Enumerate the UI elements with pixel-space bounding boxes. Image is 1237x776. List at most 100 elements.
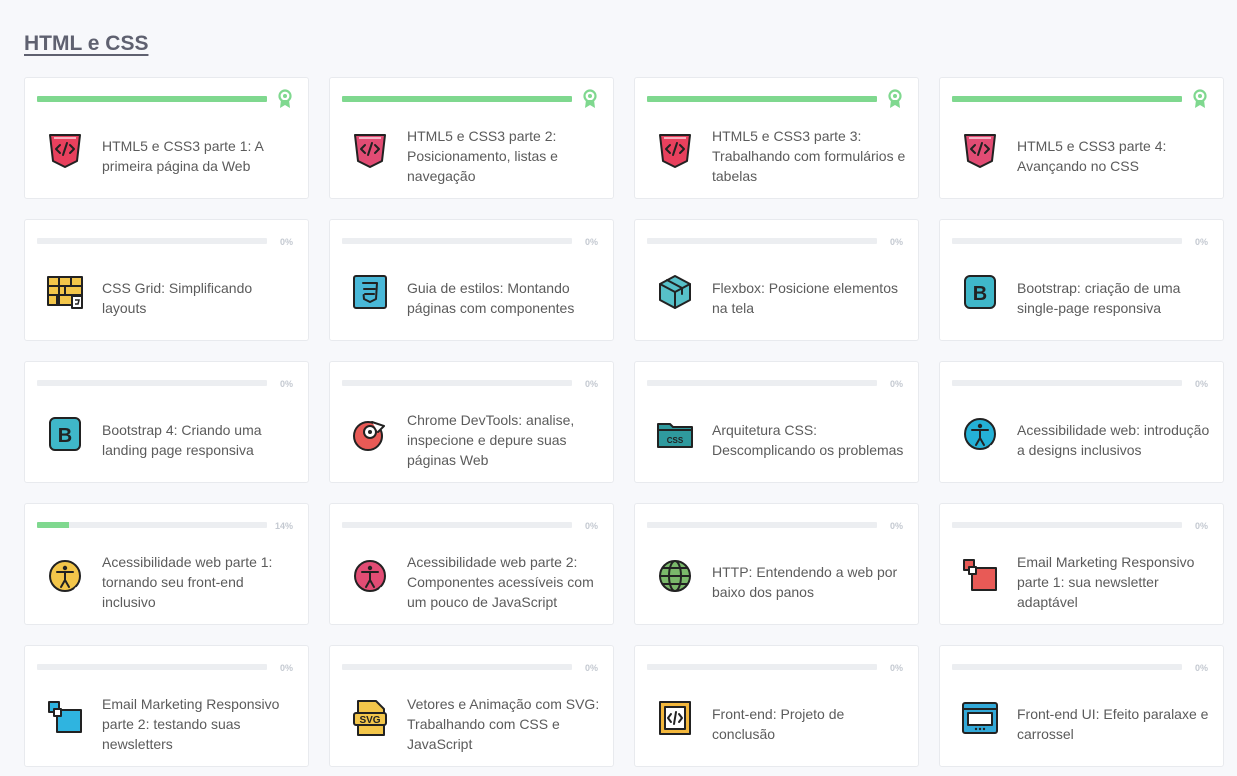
progress-percent: 0% [279,379,293,389]
progress-bar [647,380,877,386]
progress-bar [342,522,572,528]
course-card[interactable]: 14% Acessibilidade web parte 1: tornando … [24,503,309,625]
course-title: HTML5 e CSS3 parte 4: Avançando no CSS [1017,138,1167,174]
course-title: HTML5 e CSS3 parte 3: Trabalhando com fo… [712,128,906,184]
responsive-squares-icon [45,698,85,738]
progress-bar [647,96,877,102]
course-card[interactable]: 0% Front-end: Projeto de conclusão [634,645,919,767]
progress-percent: 0% [1194,663,1208,673]
progress-bar [952,96,1182,102]
progress-bar [647,522,877,528]
course-title: Email Marketing Responsivo parte 2: test… [102,696,280,752]
progress-bar [952,664,1182,670]
course-card[interactable]: 0% Chrome DevTools: analise, inspecione e… [329,361,614,483]
progress-bar [952,522,1182,528]
chrome-devtools-icon [350,414,390,454]
course-title: Bootstrap: criação de uma single-page re… [1017,280,1181,316]
svg-file-icon: SVG [350,698,390,738]
progress-bar [37,96,267,102]
bootstrap-icon: B [45,414,85,454]
responsive-squares-icon [960,556,1000,596]
course-card[interactable]: HTML5 e CSS3 parte 3: Trabalhando com fo… [634,77,919,199]
svg-text:B: B [973,283,987,305]
course-card[interactable]: 0% HTTP: Entendendo a web por baixo dos p… [634,503,919,625]
course-title: Arquitetura CSS: Descomplicando os probl… [712,422,904,458]
course-card[interactable]: 0% SVG Vetores e Animação com SVG: Trabalh… [329,645,614,767]
completion-badge-icon [583,89,597,109]
progress-percent: 0% [889,237,903,247]
progress-percent: 0% [584,663,598,673]
progress-percent: 0% [279,663,293,673]
course-card[interactable]: HTML5 e CSS3 parte 1: A primeira página … [24,77,309,199]
course-card[interactable]: 0% Email Marketing Responsivo parte 2: te… [24,645,309,767]
course-title: Front-end: Projeto de conclusão [712,706,845,742]
progress-percent: 0% [584,521,598,531]
course-card[interactable]: 0% Acessibilidade web: introdução a desig… [939,361,1224,483]
box-icon [655,272,695,312]
progress-bar [37,238,267,244]
course-title: Vetores e Animação com SVG: Trabalhando … [407,696,600,752]
progress-fill [647,96,877,102]
html-tag-icon [960,130,1000,170]
progress-percent: 14% [274,521,293,531]
course-card[interactable]: HTML5 e CSS3 parte 2: Posicionamento, li… [329,77,614,199]
progress-fill [37,96,267,102]
course-title: Chrome DevTools: analise, inspecione e d… [407,412,575,468]
bootstrap-icon: B [960,272,1000,312]
progress-bar [952,238,1182,244]
progress-bar [37,664,267,670]
course-title: Acessibilidade web: introdução a designs… [1017,422,1210,458]
course-title: Acessibilidade web parte 2: Componentes … [407,554,594,610]
course-card[interactable]: 0% Front-end UI: Efeito paralaxe e carros… [939,645,1224,767]
course-card[interactable]: 0% B Bootstrap: criação de uma single-page… [939,219,1224,341]
progress-bar [647,238,877,244]
course-card[interactable]: 0% Acessibilidade web parte 2: Componente… [329,503,614,625]
svg-text:B: B [58,425,72,447]
html-tag-icon [45,130,85,170]
progress-percent: 0% [584,237,598,247]
course-title: Bootstrap 4: Criando uma landing page re… [102,422,262,458]
course-title: HTTP: Entendendo a web por baixo dos pan… [712,564,898,600]
course-card[interactable]: 0% B Bootstrap 4: Criando uma landing page… [24,361,309,483]
globe-icon [655,556,695,596]
course-card[interactable]: 0% CSS Arquitetura CSS: Descomplicando os … [634,361,919,483]
progress-percent: 0% [1194,237,1208,247]
accessibility-icon [960,414,1000,454]
course-card[interactable]: 0% Guia de estilos: Montando páginas com … [329,219,614,341]
html-tag-icon [350,130,390,170]
course-title: HTML5 e CSS3 parte 2: Posicionamento, li… [407,128,558,184]
course-card[interactable]: 0% Email Marketing Responsivo parte 1: su… [939,503,1224,625]
course-card[interactable]: HTML5 e CSS3 parte 4: Avançando no CSS [939,77,1224,199]
course-title: HTML5 e CSS3 parte 1: A primeira página … [102,138,264,174]
css3-shield-icon [350,272,390,312]
accessibility-icon [350,556,390,596]
progress-bar [342,96,572,102]
progress-bar [37,380,267,386]
progress-fill [342,96,572,102]
completion-badge-icon [1193,89,1207,109]
completion-badge-icon [278,89,292,109]
course-title: CSS Grid: Simplificando layouts [102,280,253,316]
course-title: Acessibilidade web parte 1: tornando seu… [102,554,273,610]
progress-bar [952,380,1182,386]
course-card[interactable]: 0% CSS Grid: Simplificando layouts [24,219,309,341]
course-title: Guia de estilos: Montando páginas com co… [407,280,575,316]
accessibility-icon [45,556,85,596]
progress-bar [342,380,572,386]
completion-badge-icon [888,89,902,109]
progress-bar [342,238,572,244]
course-grid: HTML5 e CSS3 parte 1: A primeira página … [24,77,1224,767]
progress-bar [37,522,267,528]
css-folder-icon: CSS [655,414,695,454]
course-card[interactable]: 0% Flexbox: Posicione elementos na tela [634,219,919,341]
progress-bar [647,664,877,670]
svg-text:SVG: SVG [359,715,380,726]
progress-bar [342,664,572,670]
code-file-icon [655,698,695,738]
progress-fill [37,522,70,528]
progress-fill [952,96,1182,102]
section-title[interactable]: HTML e CSS [24,32,148,56]
course-title: Front-end UI: Efeito paralaxe e carrosse… [1017,706,1209,742]
svg-text:CSS: CSS [667,436,684,445]
progress-percent: 0% [889,521,903,531]
